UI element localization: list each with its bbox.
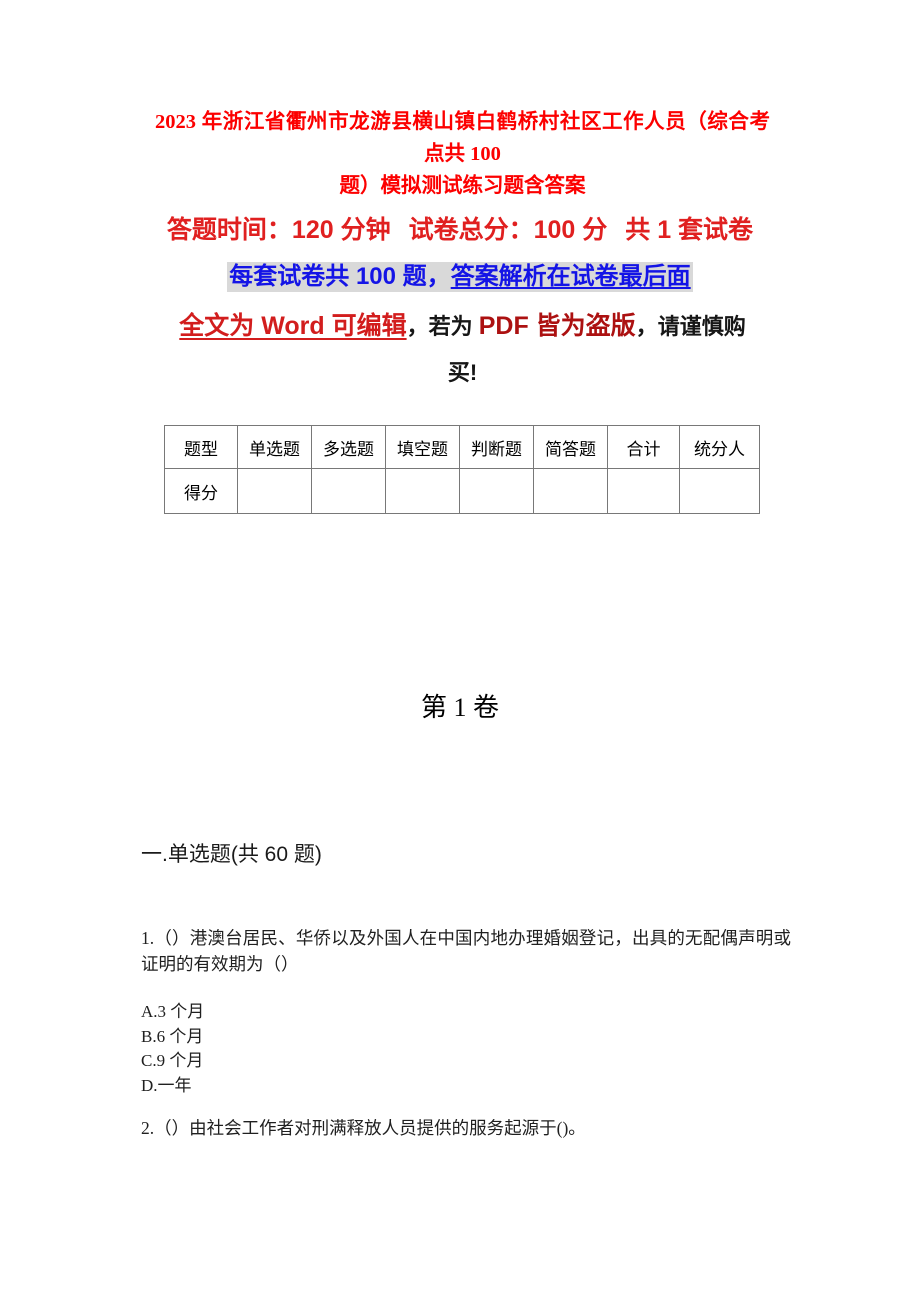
table-header-cell: 简答题 [533,425,608,469]
table-cell-score[interactable] [533,468,608,514]
table-header-row: 题型 单选题 多选题 填空题 判断题 简答题 合计 统分人 [164,425,760,469]
document-title-line-1: 2023 年浙江省衢州市龙游县横山镇白鹤桥村社区工作人员（综合考点共 100 [155,111,770,165]
table-header-cell: 填空题 [385,425,460,469]
question-1-text: 1.（）港澳台居民、华侨以及外国人在中国内地办理婚姻登记，出具的无配偶声明或证明… [141,928,791,974]
section-heading-single-choice: 一.单选题(共 60 题) [141,843,322,866]
exam-question-count-note: 每套试卷共 100 题， [229,263,451,290]
exam-answer-note-line: 每套试卷共 100 题，答案解析在试卷最后面 [0,260,920,294]
table-cell-score[interactable] [459,468,534,514]
table-header-cell: 多选题 [311,425,386,469]
table-header-cell: 题型 [164,425,238,469]
notice-last-line: 买! [447,360,478,385]
table-header-cell: 判断题 [459,425,534,469]
table-cell-score[interactable] [679,468,760,514]
option-c[interactable]: C.9 个月 [141,1049,541,1074]
option-d[interactable]: D.一年 [141,1074,541,1099]
notice-word-editable: 全文为 Word 可编辑 [179,312,407,340]
highlight-wrapper: 每套试卷共 100 题，答案解析在试卷最后面 [227,262,693,292]
table-row: 得分 [164,468,760,514]
question-2-text: 2.（）由社会工作者对刑满释放人员提供的服务起源于()。 [141,1118,586,1138]
exam-set-count-label: 共 1 套试卷 [625,216,754,244]
table-cell-score[interactable] [607,468,680,514]
table-row-label: 得分 [164,468,238,514]
volume-heading: 第 1 卷 [420,693,499,722]
option-a[interactable]: A.3 个月 [141,1000,541,1025]
notice-separator-2: ，请谨慎购 [635,314,746,339]
notice-separator-1: ，若为 [406,314,479,339]
exam-time-label: 答题时间：120 分钟 [166,216,391,244]
question-1-options: A.3 个月 B.6 个月 C.9 个月 D.一年 [141,1000,541,1098]
exam-info-line: 答题时间：120 分钟 试卷总分：100 分共 1 套试卷 [0,212,920,248]
exam-answer-location-note: 答案解析在试卷最后面 [450,263,691,290]
table-cell-score[interactable] [385,468,460,514]
document-page: 2023 年浙江省衢州市龙游县横山镇白鹤桥村社区工作人员（综合考点共 100 题… [0,0,920,1302]
exam-total-score-label: 试卷总分：100 分 [408,216,608,244]
document-title: 2023 年浙江省衢州市龙游县横山镇白鹤桥村社区工作人员（综合考点共 100 题… [155,106,770,202]
table-header-cell: 统分人 [679,425,760,469]
copyright-notice: 全文为 Word 可编辑，若为 PDF 皆为盗版，请谨慎购 买! [150,303,775,396]
table-header-cell: 单选题 [237,425,312,469]
score-table: 题型 单选题 多选题 填空题 判断题 简答题 合计 统分人 得分 [164,425,760,514]
option-b[interactable]: B.6 个月 [141,1025,541,1050]
document-title-line-2: 题）模拟测试练习题含答案 [339,175,586,197]
table-cell-score[interactable] [311,468,386,514]
notice-pdf-piracy: PDF 皆为盗版 [478,312,636,340]
table-header-cell: 合计 [607,425,680,469]
table-cell-score[interactable] [237,468,312,514]
